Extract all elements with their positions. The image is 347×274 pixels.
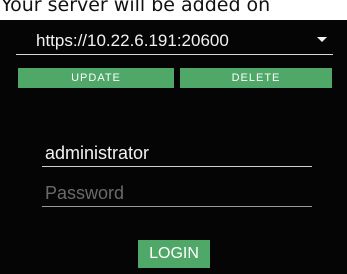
banner-text: Your server will be added on <box>1 0 271 16</box>
server-select-value: https://10.22.6.191:20600 <box>36 31 229 50</box>
update-button[interactable]: UPDATE <box>18 68 174 88</box>
password-field[interactable] <box>42 180 312 206</box>
password-field-wrapper <box>42 180 312 207</box>
chevron-down-icon[interactable] <box>317 37 327 42</box>
delete-button[interactable]: DELETE <box>180 68 332 88</box>
login-panel: https://10.22.6.191:20600 UPDATE DELETE … <box>0 20 347 274</box>
server-select[interactable]: https://10.22.6.191:20600 <box>16 28 333 55</box>
login-dialog: Your server will be added on https://10.… <box>0 0 347 274</box>
username-field-wrapper <box>42 140 312 167</box>
login-button[interactable]: LOGIN <box>138 240 210 268</box>
banner: Your server will be added on <box>0 0 347 20</box>
username-field[interactable] <box>42 140 312 166</box>
